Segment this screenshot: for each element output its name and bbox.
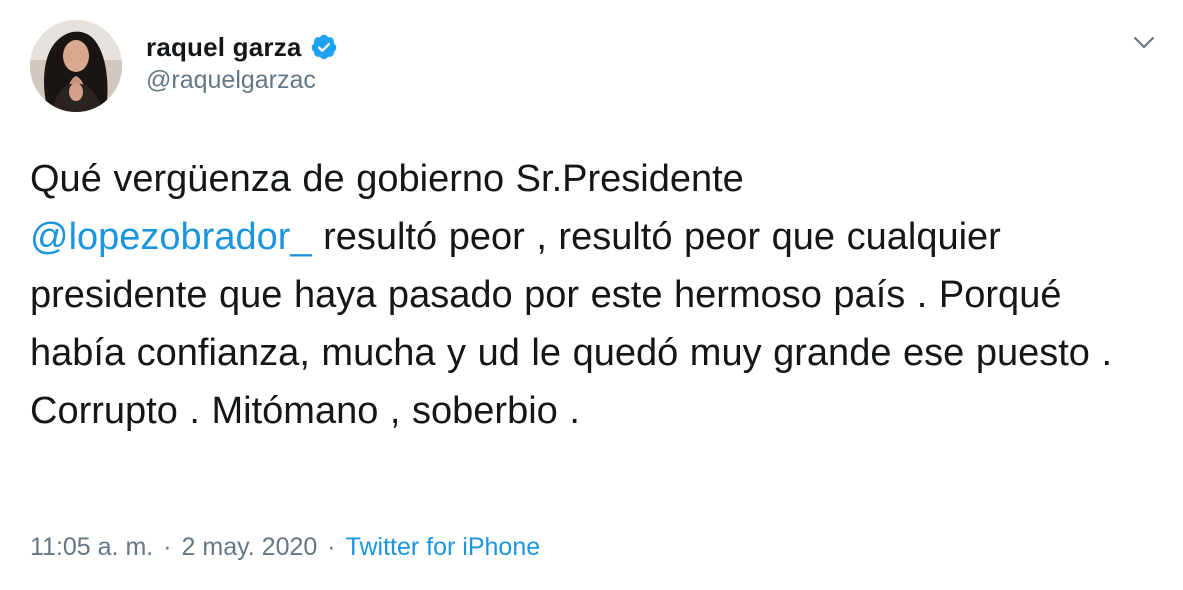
- tweet-card: raquel garza @raquelgarzac Qué vergüenza…: [0, 0, 1183, 590]
- tweet-text-intro: Qué vergüenza de gobierno Sr.Presidente: [30, 158, 744, 200]
- avatar-photo: [30, 20, 122, 112]
- tweet-text: Qué vergüenza de gobierno Sr.Presidente @…: [30, 150, 1160, 440]
- chevron-down-icon[interactable]: [1127, 28, 1161, 58]
- user-handle[interactable]: @raquelgarzac: [146, 66, 316, 95]
- tweet-time[interactable]: 11:05 a. m.: [30, 533, 153, 562]
- meta-separator: ·: [163, 533, 172, 561]
- tweet-meta: 11:05 a. m. · 2 may. 2020 · Twitter for …: [30, 533, 540, 562]
- avatar[interactable]: [30, 20, 122, 112]
- user-name-row: raquel garza: [146, 28, 338, 66]
- meta-separator: ·: [327, 533, 336, 561]
- tweet-source-link[interactable]: Twitter for iPhone: [346, 533, 541, 562]
- verified-badge-icon: [310, 33, 338, 61]
- tweet-date[interactable]: 2 may. 2020: [182, 533, 318, 562]
- display-name[interactable]: raquel garza: [146, 32, 302, 63]
- mention-link[interactable]: @lopezobrador_: [30, 216, 312, 258]
